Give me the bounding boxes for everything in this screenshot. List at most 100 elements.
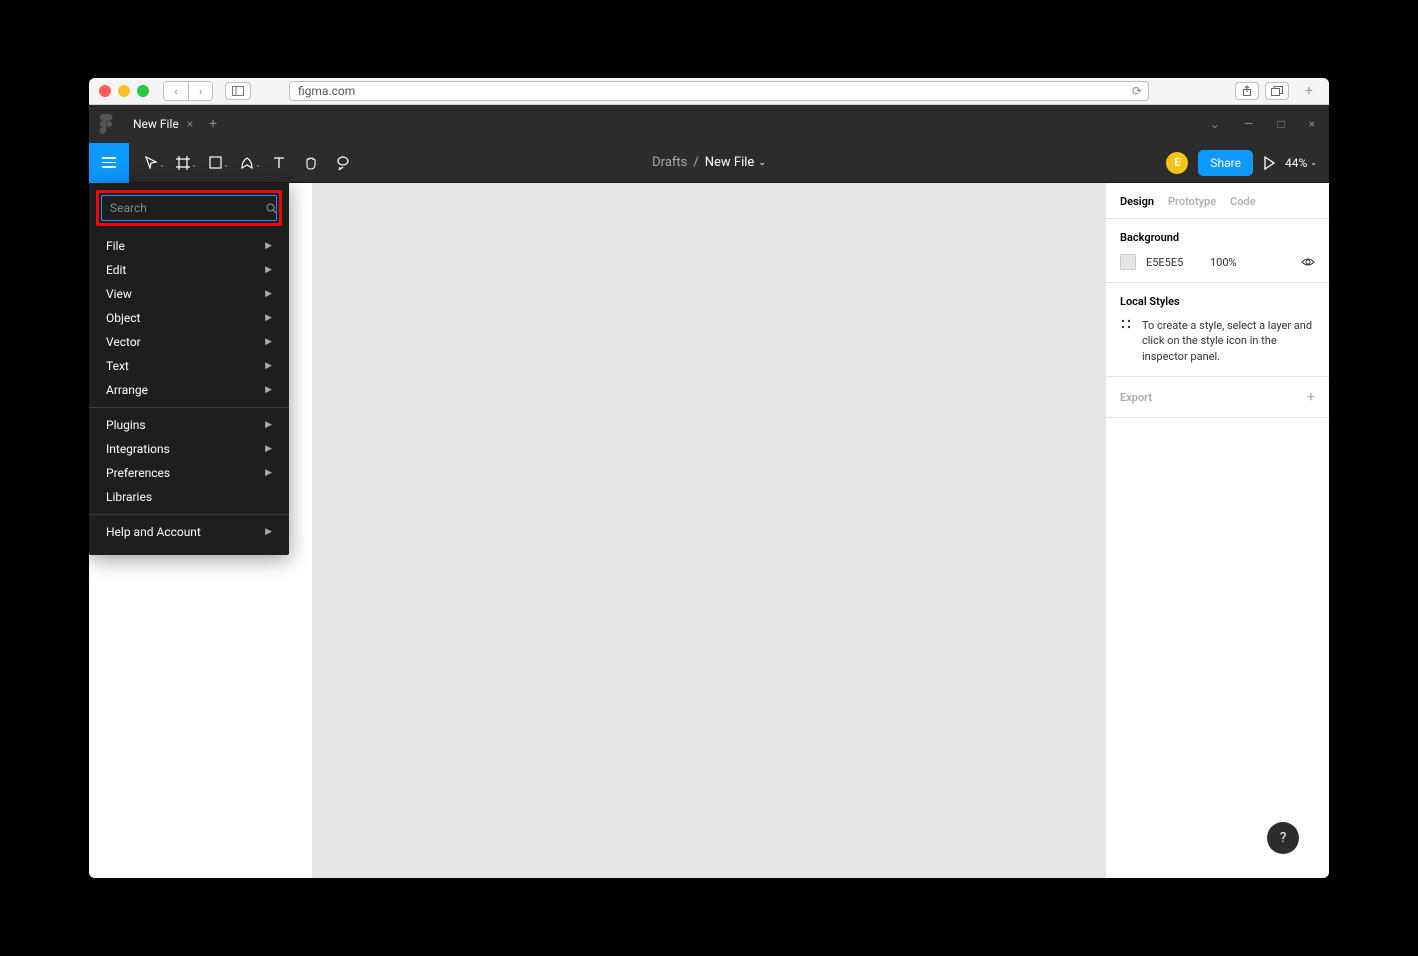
toolbar: ⌄ ⌄ ⌄ ⌄ [89,143,1329,183]
tab-design[interactable]: Design [1120,195,1154,208]
menu-item-arrange[interactable]: Arrange ▶ [96,378,282,402]
menu-items: File▶Edit▶View▶Object▶Vector▶Text▶Arrang… [96,230,282,548]
menu-separator [89,407,289,408]
add-tab-button[interactable]: + [209,116,217,132]
local-styles-row: To create a style, select a layer and cl… [1120,318,1315,364]
menu-item-label: View [106,287,132,301]
menu-item-text[interactable]: Text ▶ [96,354,282,378]
menu-item-label: Plugins [106,418,146,432]
nav-buttons: ‹ › [163,81,213,101]
close-tab-icon[interactable]: × [187,117,193,131]
traffic-lights [99,85,149,97]
tab-area: New File × + [133,116,217,132]
figma-logo-icon [99,114,113,134]
menu-item-label: Object [106,311,140,325]
submenu-arrow-icon: ▶ [265,468,272,478]
browser-chrome: ‹ › figma.com ⟳ + [89,78,1329,105]
chevron-down-icon: ⌄ [758,158,766,168]
submenu-arrow-icon: ▶ [265,385,272,395]
new-tab-button[interactable]: + [1299,81,1319,101]
canvas[interactable] [313,183,1105,878]
shape-tool[interactable]: ⌄ [199,143,231,183]
right-panel: Design Prototype Code Background E5E5E5 … [1105,183,1329,878]
menu-item-label: Preferences [106,466,170,480]
submenu-arrow-icon: ▶ [265,527,272,537]
maximize-icon[interactable]: □ [1273,117,1288,131]
background-title: Background [1120,231,1315,244]
menu-item-preferences[interactable]: Preferences ▶ [96,461,282,485]
comment-tool[interactable] [327,143,359,183]
menu-separator [89,514,289,515]
refresh-icon[interactable]: ⟳ [1132,84,1142,98]
title-bar: New File × + ⌄ — □ × [89,105,1329,143]
menu-item-integrations[interactable]: Integrations▶ [96,437,282,461]
menu-item-label: File [106,239,125,253]
breadcrumb[interactable]: Drafts / New File ⌄ [652,155,766,170]
minimize-icon[interactable]: — [1240,117,1257,131]
move-tool[interactable]: ⌄ [135,143,167,183]
menu-item-edit[interactable]: Edit ▶ [96,258,282,282]
menu-search-input[interactable] [110,201,266,215]
minimize-window-button[interactable] [118,85,130,97]
url-bar[interactable]: figma.com ⟳ [289,81,1149,101]
search-highlight-box [96,190,282,226]
maximize-window-button[interactable] [137,85,149,97]
text-tool[interactable] [263,143,295,183]
chevron-down-icon[interactable]: ⌄ [1206,117,1224,131]
menu-item-view[interactable]: View▶ [96,282,282,306]
breadcrumb-separator: / [693,155,698,170]
main-menu-button[interactable] [89,143,129,183]
menu-item-label: Text [106,359,129,373]
browser-right-buttons [1235,82,1289,100]
hex-value[interactable]: E5E5E5 [1146,256,1200,269]
file-tab-label: New File [133,117,179,131]
avatar[interactable]: E [1166,152,1188,174]
file-tab[interactable]: New File × [133,117,193,131]
opacity-value[interactable]: 100% [1210,256,1237,269]
local-styles-title: Local Styles [1120,295,1315,308]
menu-item-help-and-account[interactable]: Help and Account ▶ [96,520,282,544]
tab-code[interactable]: Code [1230,195,1256,208]
menu-item-plugins[interactable]: Plugins▶ [96,413,282,437]
workspace: Design Prototype Code Background E5E5E5 … [89,183,1329,878]
visibility-toggle-icon[interactable] [1301,257,1315,267]
caret-icon: ⌄ [255,161,261,169]
back-button[interactable]: ‹ [164,82,188,100]
menu-item-label: Arrange [106,383,148,397]
caret-icon: ⌄ [223,161,229,169]
hand-tool[interactable] [295,143,327,183]
forward-button[interactable]: › [188,82,212,100]
menu-item-libraries[interactable]: Libraries [96,485,282,509]
submenu-arrow-icon: ▶ [265,265,272,275]
menu-item-label: Edit [106,263,126,277]
add-export-button[interactable]: + [1307,389,1315,405]
close-icon[interactable]: × [1305,117,1319,131]
hamburger-icon [102,157,116,168]
menu-item-file[interactable]: File▶ [96,234,282,258]
help-button[interactable]: ? [1267,822,1299,854]
submenu-arrow-icon: ▶ [265,361,272,371]
present-button[interactable] [1263,156,1275,170]
share-button[interactable]: Share [1198,150,1253,176]
tab-prototype[interactable]: Prototype [1168,195,1216,208]
sidebar-toggle[interactable] [225,82,251,100]
menu-item-object[interactable]: Object▶ [96,306,282,330]
submenu-arrow-icon: ▶ [265,444,272,454]
panel-tabs: Design Prototype Code [1106,183,1329,219]
menu-item-vector[interactable]: Vector▶ [96,330,282,354]
pen-tool[interactable]: ⌄ [231,143,263,183]
breadcrumb-file: New File ⌄ [705,155,766,170]
zoom-control[interactable]: 44% ⌄ [1285,156,1317,170]
export-label: Export [1120,391,1152,404]
menu-item-label: Help and Account [106,525,201,539]
frame-tool[interactable]: ⌄ [167,143,199,183]
menu-search-box[interactable] [101,195,277,221]
tabs-icon[interactable] [1265,82,1289,100]
styles-grid-icon [1120,318,1132,330]
share-icon[interactable] [1235,82,1259,100]
submenu-arrow-icon: ▶ [265,337,272,347]
background-row: E5E5E5 100% [1120,254,1315,270]
browser-window: ‹ › figma.com ⟳ + [89,78,1329,878]
color-swatch[interactable] [1120,254,1136,270]
close-window-button[interactable] [99,85,111,97]
